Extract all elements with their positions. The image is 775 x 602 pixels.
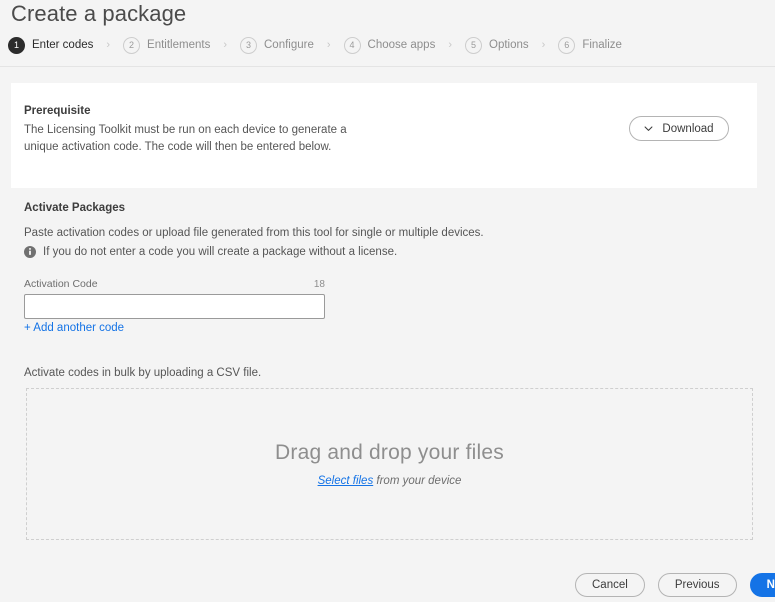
prerequisite-body-text: The Licensing Toolkit must be run on eac… bbox=[24, 124, 347, 153]
step-choose-apps[interactable]: 4 Choose apps bbox=[343, 36, 436, 54]
activation-code-label: Activation Code bbox=[24, 278, 98, 290]
step-separator-icon: › bbox=[223, 39, 227, 51]
step-enter-codes[interactable]: 1 Enter codes bbox=[8, 36, 94, 54]
step-separator-icon: › bbox=[448, 39, 452, 51]
step-separator-icon: › bbox=[541, 39, 546, 51]
activate-packages-note-text: If you do not enter a code you will crea… bbox=[43, 246, 398, 258]
step-label: Finalize bbox=[582, 39, 622, 51]
download-button-label: Download bbox=[662, 122, 714, 135]
step-separator-icon: › bbox=[326, 39, 331, 51]
prerequisite-card: Prerequisite The Licensing Toolkit must … bbox=[11, 83, 757, 188]
step-number-badge: 2 bbox=[123, 36, 141, 54]
info-icon bbox=[24, 246, 36, 258]
wizard-stepper: 1 Enter codes › 2 Entitlements › 3 Confi… bbox=[8, 34, 622, 56]
dropzone-subtitle-suffix: from your device bbox=[373, 475, 462, 487]
step-number-badge: 4 bbox=[343, 36, 361, 54]
step-finalize[interactable]: 6 Finalize bbox=[558, 36, 622, 54]
prerequisite-heading: Prerequisite bbox=[24, 105, 91, 117]
bulk-upload-description: Activate codes in bulk by uploading a CS… bbox=[24, 367, 262, 379]
step-label: Options bbox=[489, 39, 529, 51]
activation-code-input[interactable] bbox=[24, 294, 325, 319]
dropzone-subtitle: Select files from your device bbox=[318, 475, 462, 487]
step-entitlements[interactable]: 2 Entitlements bbox=[123, 36, 211, 54]
step-label: Configure bbox=[264, 39, 314, 51]
add-another-code-link[interactable]: + Add another code bbox=[24, 322, 124, 334]
activate-packages-heading: Activate Packages bbox=[24, 202, 126, 214]
activation-code-field-group: Activation Code 18 bbox=[24, 276, 325, 319]
step-label: Entitlements bbox=[147, 39, 211, 51]
cancel-button[interactable]: Cancel bbox=[575, 573, 645, 597]
step-number-badge: 5 bbox=[465, 36, 482, 54]
dropzone-title: Drag and drop your files bbox=[275, 441, 504, 464]
step-number-badge: 3 bbox=[240, 36, 257, 54]
step-separator-icon: › bbox=[106, 39, 111, 51]
step-label: Enter codes bbox=[32, 39, 94, 51]
select-files-link[interactable]: Select files bbox=[318, 475, 374, 487]
header-divider bbox=[0, 66, 775, 67]
file-dropzone[interactable]: Drag and drop your files Select files fr… bbox=[26, 388, 753, 540]
step-number-badge: 6 bbox=[558, 36, 576, 54]
next-button[interactable]: Next bbox=[749, 573, 775, 597]
download-button[interactable]: Download bbox=[629, 116, 729, 141]
step-number-badge: 1 bbox=[8, 36, 25, 54]
step-configure[interactable]: 3 Configure bbox=[240, 36, 314, 54]
activate-packages-description: Paste activation codes or upload file ge… bbox=[24, 227, 484, 239]
step-options[interactable]: 5 Options bbox=[465, 36, 529, 54]
step-label: Choose apps bbox=[367, 39, 436, 51]
page-title: Create a package bbox=[11, 1, 187, 26]
activate-packages-note: If you do not enter a code you will crea… bbox=[24, 246, 397, 258]
footer-actions: Cancel Previous Next bbox=[575, 573, 775, 597]
activation-code-character-counter: 18 bbox=[313, 279, 325, 290]
previous-button[interactable]: Previous bbox=[657, 573, 737, 597]
chevron-down-icon bbox=[644, 124, 653, 133]
activation-code-label-row: Activation Code 18 bbox=[24, 276, 325, 290]
